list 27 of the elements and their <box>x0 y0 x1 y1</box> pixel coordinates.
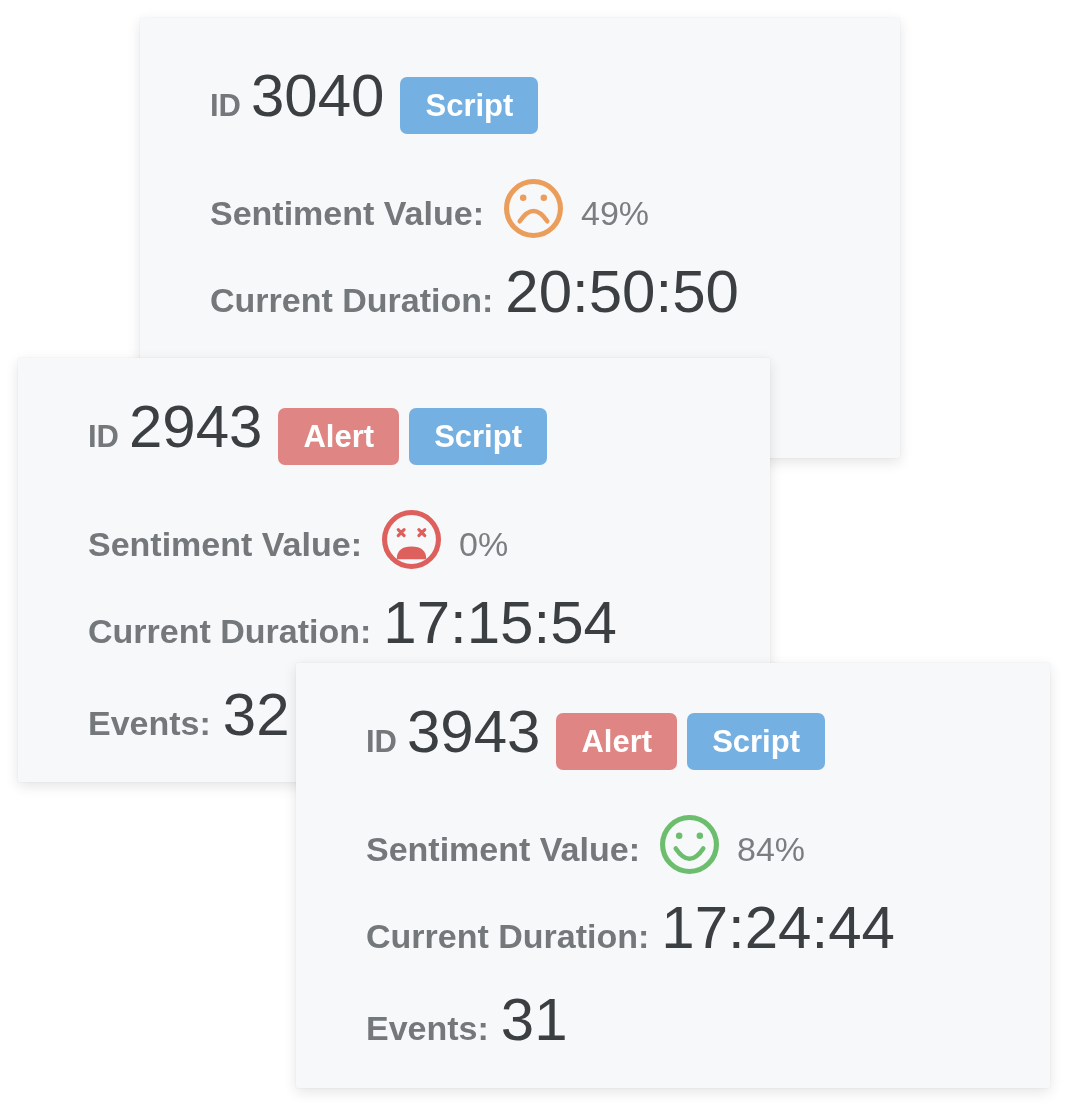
duration-label: Current Duration: <box>88 611 372 651</box>
events-count: 32 <box>222 680 290 750</box>
sentiment-percent: 84% <box>736 829 806 869</box>
sentiment-label: Sentiment Value: <box>210 193 484 233</box>
duration-value: 17:24:44 <box>661 893 895 963</box>
sentiment-percent: 49% <box>580 193 650 233</box>
tag: Alert <box>556 713 678 770</box>
tag: Script <box>409 408 547 465</box>
tag: Script <box>400 77 539 134</box>
duration-value: 20:50:50 <box>505 257 739 327</box>
events-label: Events: <box>88 703 211 743</box>
id-label: ID <box>366 723 397 761</box>
sentiment-percent: 0% <box>458 524 509 564</box>
id-number: 2943 <box>129 392 263 462</box>
sentiment-label: Sentiment Value: <box>88 524 362 564</box>
id-label: ID <box>210 87 241 125</box>
duration-label: Current Duration: <box>210 280 494 320</box>
duration-label: Current Duration: <box>366 916 650 956</box>
tag: Script <box>687 713 825 770</box>
tag: Alert <box>278 408 400 465</box>
id-number: 3040 <box>251 61 385 131</box>
id-number: 3943 <box>407 697 541 767</box>
id-label: ID <box>88 418 119 456</box>
sentiment-label: Sentiment Value: <box>366 829 640 869</box>
events-count: 31 <box>500 985 568 1055</box>
duration-value: 17:15:54 <box>383 588 617 658</box>
events-label: Events: <box>366 1008 489 1048</box>
